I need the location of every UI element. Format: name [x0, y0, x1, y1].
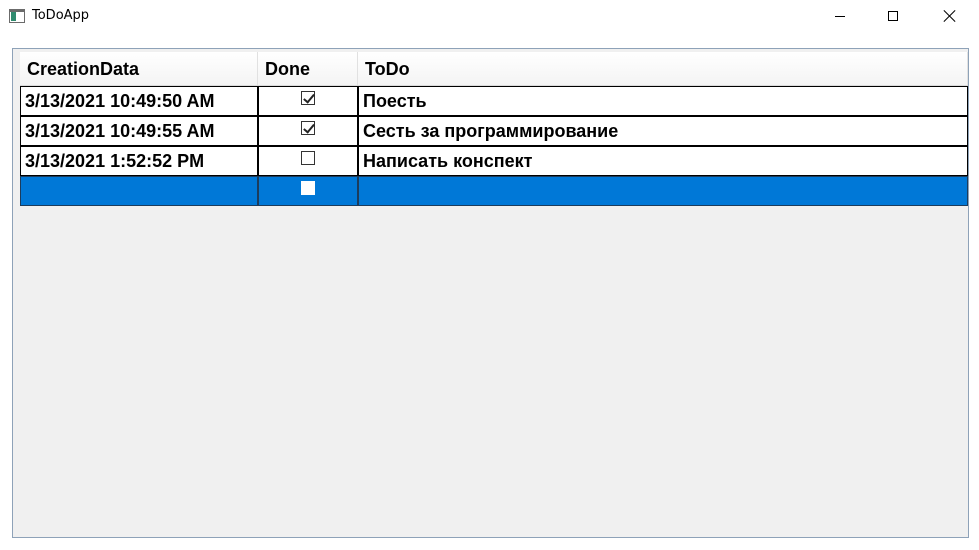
- checkbox-icon[interactable]: [301, 151, 315, 165]
- done-cell[interactable]: [258, 116, 358, 146]
- title-bar[interactable]: ToDoApp: [0, 0, 979, 33]
- grid-header: CreationData Done ToDo: [20, 52, 968, 86]
- maximize-icon: [888, 11, 898, 21]
- todo-cell[interactable]: Сесть за программирование: [358, 116, 968, 146]
- todo-datagrid[interactable]: CreationData Done ToDo 3/13/2021 10:49:5…: [12, 48, 969, 538]
- creation-date-cell[interactable]: 3/13/2021 1:52:52 PM: [20, 146, 258, 176]
- table-row[interactable]: 3/13/2021 1:52:52 PM Написать конспект: [20, 146, 968, 176]
- close-button[interactable]: [927, 0, 973, 32]
- column-header-creationdata[interactable]: CreationData: [20, 52, 258, 85]
- done-cell[interactable]: [258, 146, 358, 176]
- table-row[interactable]: 3/13/2021 10:49:55 AM Сесть за программи…: [20, 116, 968, 146]
- creation-date-cell[interactable]: [20, 176, 258, 206]
- todo-window: ToDoApp CreationData Done ToDo 3/13/2021…: [0, 0, 979, 550]
- done-cell[interactable]: [258, 176, 358, 206]
- new-item-row[interactable]: [20, 176, 968, 206]
- maximize-button[interactable]: [870, 0, 916, 32]
- minimize-icon: [835, 15, 845, 17]
- creation-date-cell[interactable]: 3/13/2021 10:49:50 AM: [20, 86, 258, 116]
- checkbox-icon[interactable]: [301, 181, 315, 195]
- column-header-todo[interactable]: ToDo: [358, 52, 968, 85]
- todo-cell[interactable]: Написать конспект: [358, 146, 968, 176]
- table-row[interactable]: 3/13/2021 10:49:50 AM Поесть: [20, 86, 968, 116]
- minimize-button[interactable]: [817, 0, 863, 32]
- creation-date-cell[interactable]: 3/13/2021 10:49:55 AM: [20, 116, 258, 146]
- checkbox-icon[interactable]: [301, 91, 315, 105]
- checkbox-icon[interactable]: [301, 121, 315, 135]
- done-cell[interactable]: [258, 86, 358, 116]
- window-title: ToDoApp: [32, 8, 90, 23]
- todo-cell[interactable]: [358, 176, 968, 206]
- close-icon: [943, 9, 957, 23]
- app-icon: [9, 9, 25, 23]
- column-header-done[interactable]: Done: [258, 52, 358, 85]
- todo-cell[interactable]: Поесть: [358, 86, 968, 116]
